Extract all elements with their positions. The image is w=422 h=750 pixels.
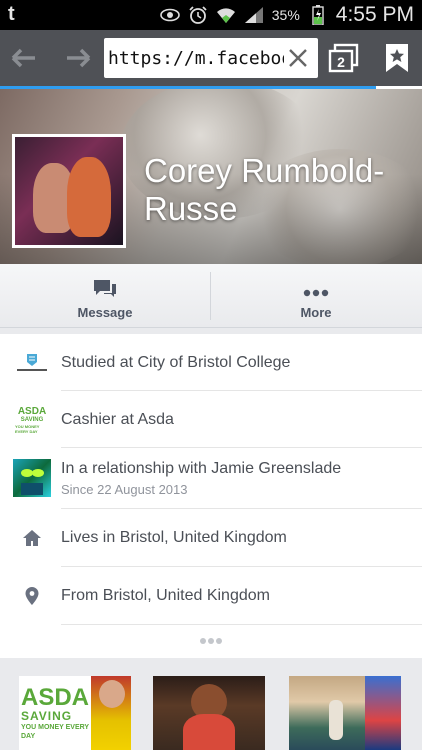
info-hometown[interactable]: From Bristol, United Kingdom: [0, 567, 422, 625]
more-button[interactable]: More: [211, 264, 421, 328]
tab-count: 2: [337, 54, 345, 70]
info-hometown-text: From Bristol, United Kingdom: [61, 587, 270, 604]
info-work[interactable]: ASDA SAVING YOU MONEY EVERY DAY Cashier …: [0, 391, 422, 448]
signal-icon: [244, 5, 264, 25]
profile-actions: Message More: [0, 264, 422, 328]
eye-icon: [159, 5, 180, 25]
info-relationship-since: Since 22 August 2013: [61, 482, 188, 497]
partner-photo-icon: [13, 459, 51, 497]
photo-thumbnail-2[interactable]: [153, 676, 265, 750]
back-arrow-icon[interactable]: [10, 44, 38, 72]
info-current-city-text: Lives in Bristol, United Kingdom: [61, 529, 287, 546]
photo-thumbnail-1[interactable]: ASDA SAVING YOU MONEY EVERY DAY: [19, 676, 131, 750]
url-text[interactable]: https://m.facebook.com: [108, 48, 284, 69]
bookmark-icon: [386, 44, 408, 72]
college-logo-icon: [14, 344, 50, 380]
photo-thumbnail-3[interactable]: [289, 676, 401, 750]
profile-name: Corey Rumbold-Russe: [144, 152, 385, 227]
tabs-button[interactable]: 2: [327, 42, 359, 74]
clock: 4:55 PM: [335, 3, 414, 26]
info-education-text: Studied at City of Bristol College: [61, 354, 291, 371]
bookmark-button[interactable]: [383, 42, 411, 74]
wifi-icon: [216, 5, 236, 25]
message-bubbles-icon: [92, 278, 118, 305]
info-relationship-text: In a relationship with Jamie Greenslade: [61, 460, 342, 477]
info-education[interactable]: Studied at City of Bristol College: [0, 334, 422, 391]
more-dots-icon: [303, 284, 329, 302]
location-pin-icon: [14, 578, 50, 614]
browser-toolbar: https://m.facebook.com 2: [0, 30, 422, 86]
info-relationship[interactable]: In a relationship with Jamie Greenslade …: [0, 448, 422, 509]
info-work-text: Cashier at Asda: [61, 411, 174, 428]
status-bar: t 35% 4:55 PM: [0, 0, 422, 30]
message-button[interactable]: Message: [0, 264, 210, 328]
clear-x-icon[interactable]: [286, 46, 310, 70]
profile-picture[interactable]: [12, 134, 126, 248]
url-bar[interactable]: https://m.facebook.com: [104, 38, 318, 78]
ellipsis-icon: [200, 638, 222, 644]
tumblr-icon: t: [8, 3, 15, 25]
alarm-icon: [188, 5, 208, 25]
see-more-info-dots[interactable]: [0, 626, 422, 656]
forward-arrow-icon[interactable]: [64, 44, 92, 72]
battery-icon: [308, 5, 328, 25]
info-current-city[interactable]: Lives in Bristol, United Kingdom: [0, 509, 422, 567]
battery-percent: 35%: [271, 7, 300, 23]
more-label: More: [300, 305, 332, 320]
asda-logo-icon: ASDA SAVING YOU MONEY EVERY DAY: [14, 402, 50, 438]
profile-info-list: Studied at City of Bristol College ASDA …: [0, 334, 422, 658]
home-icon: [14, 520, 50, 556]
message-label: Message: [77, 305, 133, 320]
